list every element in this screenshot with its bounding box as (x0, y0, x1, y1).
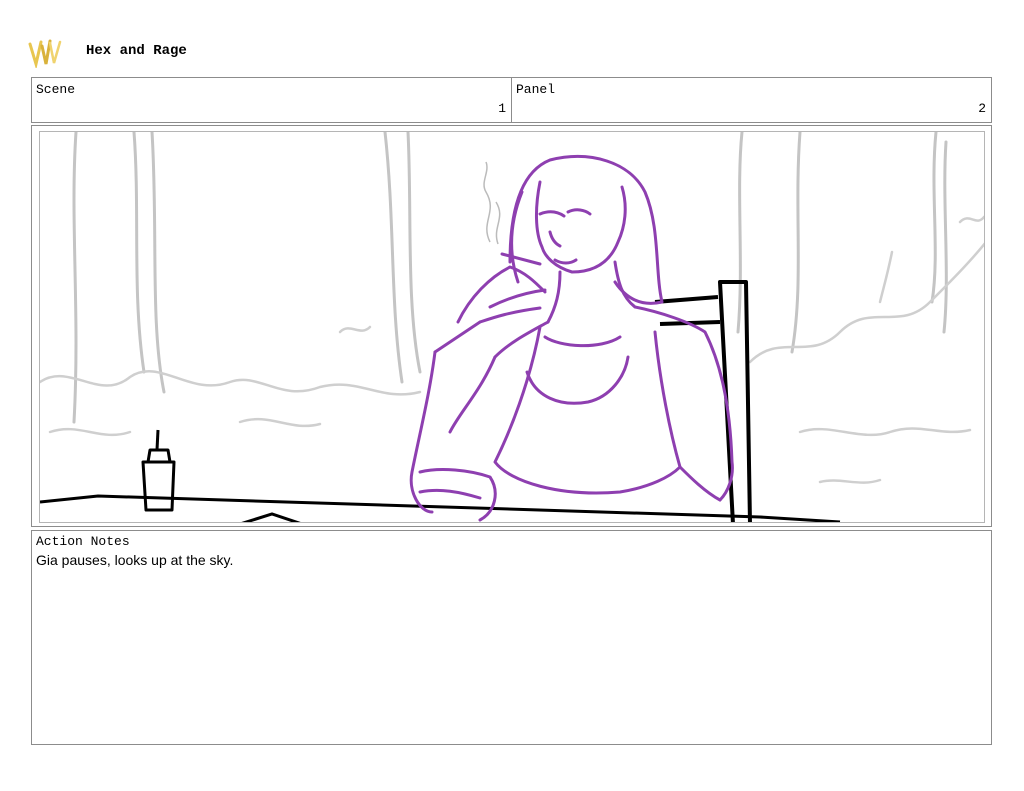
document-title: Hex and Rage (86, 43, 187, 59)
scene-field: Scene 1 (31, 77, 512, 123)
storyboard-sketch-illustration (40, 132, 984, 522)
action-notes-text: Gia pauses, looks up at the sky. (36, 552, 234, 568)
scene-label: Scene (36, 82, 76, 97)
panel-field: Panel 2 (511, 77, 992, 123)
storyboard-image (39, 131, 985, 523)
action-notes-label: Action Notes (36, 534, 130, 549)
panel-number: 2 (978, 101, 986, 116)
storyboard-frame (31, 125, 992, 527)
action-notes-field: Action Notes Gia pauses, looks up at the… (31, 530, 992, 745)
panel-label: Panel (516, 82, 556, 97)
scene-number: 1 (498, 101, 506, 116)
brush-signature-logo-icon (28, 38, 64, 70)
